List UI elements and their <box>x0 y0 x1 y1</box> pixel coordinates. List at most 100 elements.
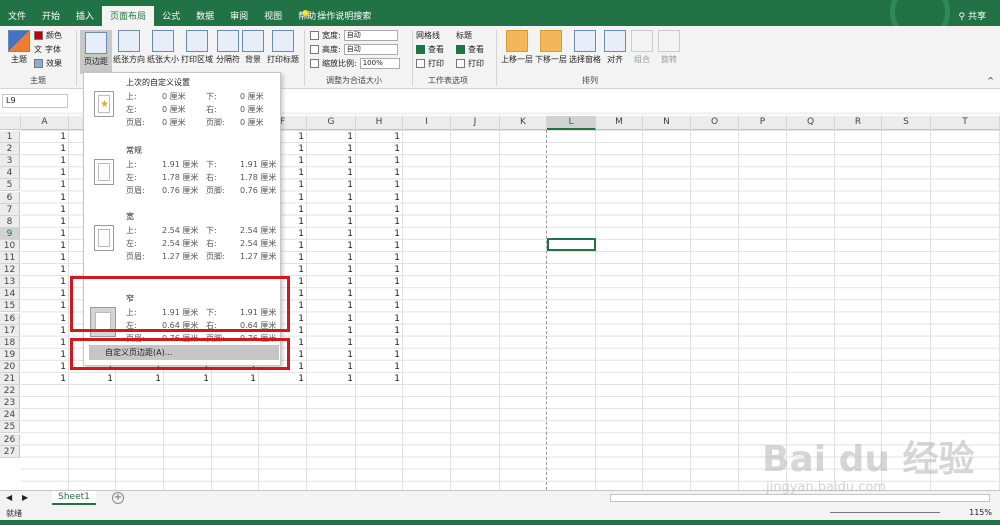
cell[interactable]: 1 <box>21 167 66 179</box>
cell[interactable]: 1 <box>307 216 353 228</box>
cell[interactable]: 1 <box>307 361 353 373</box>
column-header[interactable]: M <box>596 116 643 130</box>
cell[interactable]: 1 <box>307 264 353 276</box>
cell[interactable]: 1 <box>356 240 400 252</box>
column-header[interactable]: S <box>882 116 931 130</box>
cell[interactable]: 1 <box>307 167 353 179</box>
column-header[interactable]: R <box>835 116 882 130</box>
cell[interactable]: 1 <box>356 361 400 373</box>
cell[interactable]: 1 <box>21 143 66 155</box>
column-header[interactable]: Q <box>787 116 835 130</box>
cell[interactable]: 1 <box>21 216 66 228</box>
fonts-button[interactable]: 文 字体 <box>34 44 61 55</box>
tell-me-search[interactable]: 💡 操作说明搜索 <box>300 9 371 23</box>
scroll-right-icon[interactable]: ▶ <box>22 493 28 502</box>
cell[interactable]: 1 <box>356 167 400 179</box>
cell[interactable]: 1 <box>307 313 353 325</box>
cell[interactable]: 1 <box>307 373 353 385</box>
cell[interactable]: 1 <box>356 216 400 228</box>
column-header[interactable]: P <box>739 116 787 130</box>
row-header[interactable]: 3 <box>0 155 20 168</box>
margin-preset[interactable]: 宽上: 2.54 厘米 下: 2.54 厘米 左: 2.54 厘米 右: 2.54 厘米 页眉:… <box>84 211 282 271</box>
column-header[interactable]: K <box>500 116 547 130</box>
cell[interactable]: 1 <box>356 288 400 300</box>
cell[interactable]: 1 <box>356 179 400 191</box>
row-header[interactable]: 25 <box>0 421 20 434</box>
row-header[interactable]: 27 <box>0 445 20 458</box>
cell[interactable]: 1 <box>356 276 400 288</box>
cell[interactable]: 1 <box>356 228 400 240</box>
tab-page-layout[interactable]: 页面布局 <box>102 6 155 26</box>
effects-button[interactable]: 效果 <box>34 58 62 69</box>
sheet-tab[interactable]: Sheet1 <box>52 491 96 505</box>
row-header[interactable]: 20 <box>0 360 20 373</box>
row-header[interactable]: 23 <box>0 397 20 410</box>
cell[interactable]: 1 <box>69 373 113 385</box>
gridlines-print-checkbox[interactable]: 打印 <box>416 58 444 69</box>
rotate-button[interactable]: 旋转 <box>656 30 682 65</box>
row-header[interactable]: 9 <box>0 227 20 240</box>
themes-button[interactable]: 主题 <box>6 30 32 65</box>
cell[interactable]: 1 <box>307 252 353 264</box>
row-header[interactable]: 14 <box>0 288 20 301</box>
cell[interactable]: 1 <box>21 373 66 385</box>
cell[interactable]: 1 <box>259 373 304 385</box>
row-header[interactable]: 11 <box>0 252 20 264</box>
bring-forward-button[interactable]: 上移一层 <box>500 30 534 65</box>
breaks-button[interactable]: 分隔符 <box>214 30 242 65</box>
cell[interactable]: 1 <box>21 264 66 276</box>
tab-review[interactable]: 审阅 <box>222 6 256 26</box>
cell[interactable]: 1 <box>356 325 400 337</box>
align-button[interactable]: 对齐 <box>604 30 626 65</box>
colors-button[interactable]: 颜色 <box>34 30 62 41</box>
row-header[interactable]: 12 <box>0 264 20 277</box>
headings-print-checkbox[interactable]: 打印 <box>456 58 484 69</box>
height-dropdown[interactable]: 自动 <box>343 44 398 55</box>
print-titles-button[interactable]: 打印标题 <box>266 30 300 65</box>
cell[interactable]: 1 <box>116 373 161 385</box>
print-area-button[interactable]: 打印区域 <box>180 30 214 65</box>
add-sheet-icon[interactable]: + <box>112 492 124 504</box>
cell[interactable]: 1 <box>307 276 353 288</box>
collapse-ribbon-icon[interactable]: ^ <box>987 76 994 85</box>
width-dropdown[interactable]: 自动 <box>343 30 398 41</box>
gridlines-view-checkbox[interactable]: 查看 <box>416 44 444 55</box>
scale-input[interactable]: 100% <box>359 58 400 69</box>
column-header[interactable]: A <box>21 116 69 130</box>
row-header[interactable]: 21 <box>0 373 20 385</box>
cell[interactable]: 1 <box>212 373 256 385</box>
row-header[interactable]: 13 <box>0 276 20 289</box>
selection-pane-button[interactable]: 选择窗格 <box>568 30 602 65</box>
cell[interactable]: 1 <box>21 179 66 191</box>
cell[interactable]: 1 <box>21 288 66 300</box>
cell[interactable]: 1 <box>21 325 66 337</box>
group-button[interactable]: 组合 <box>630 30 654 65</box>
share-button[interactable]: ⚲ 共享 <box>959 9 986 22</box>
column-header[interactable]: G <box>307 116 356 130</box>
cell[interactable]: 1 <box>21 361 66 373</box>
tab-home[interactable]: 开始 <box>34 6 68 26</box>
row-header[interactable]: 17 <box>0 324 20 337</box>
row-header[interactable]: 8 <box>0 215 20 228</box>
cell[interactable]: 1 <box>307 179 353 191</box>
cell[interactable]: 1 <box>21 131 66 143</box>
cell[interactable]: 1 <box>356 204 400 216</box>
name-box[interactable]: L9 <box>2 94 68 108</box>
cell[interactable]: 1 <box>307 240 353 252</box>
cell[interactable]: 1 <box>307 228 353 240</box>
cell[interactable]: 1 <box>356 337 400 349</box>
cell[interactable]: 1 <box>21 349 66 361</box>
cell[interactable]: 1 <box>356 300 400 312</box>
row-header[interactable]: 26 <box>0 433 20 446</box>
select-all-corner[interactable] <box>0 116 21 130</box>
tab-insert[interactable]: 插入 <box>68 6 102 26</box>
row-header[interactable]: 18 <box>0 336 20 349</box>
cell[interactable]: 1 <box>164 373 209 385</box>
column-header[interactable]: I <box>403 116 451 130</box>
send-backward-button[interactable]: 下移一层 <box>534 30 568 65</box>
cell[interactable]: 1 <box>21 252 66 264</box>
cell[interactable]: 1 <box>307 155 353 167</box>
cell[interactable]: 1 <box>21 276 66 288</box>
row-header[interactable]: 16 <box>0 312 20 325</box>
row-header[interactable]: 15 <box>0 300 20 313</box>
